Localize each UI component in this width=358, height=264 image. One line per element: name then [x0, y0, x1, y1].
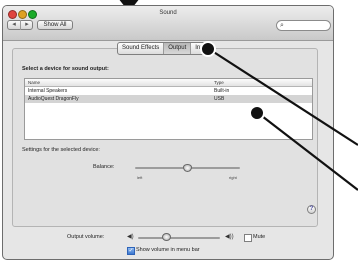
annotation-dot-device-row: [249, 105, 265, 121]
annotation-dot-output-tab: [200, 41, 216, 57]
annotation-line-output-tab: [208, 48, 358, 146]
annotation-lines: [208, 48, 358, 191]
annotation-line-device-row: [257, 112, 358, 191]
